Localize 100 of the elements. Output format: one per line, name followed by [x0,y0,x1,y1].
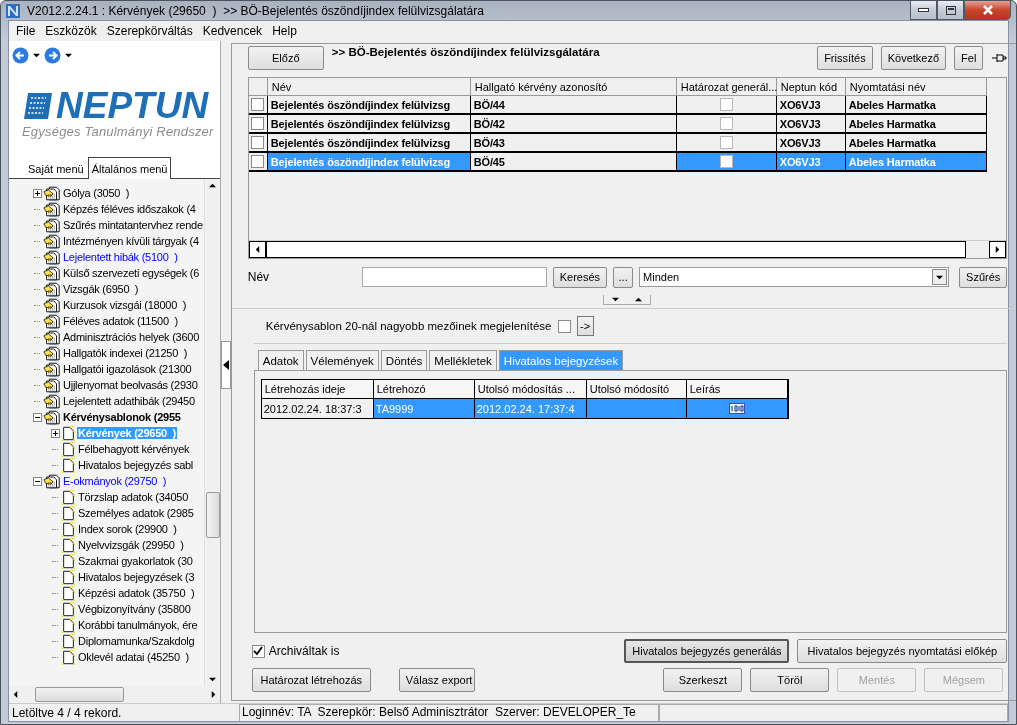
more-button[interactable]: ... [613,266,634,288]
tree-item[interactable]: Nyelvvizsgák (29950 ) [77,539,185,551]
name-field[interactable] [361,267,547,287]
toolbar-button[interactable]: Fel [954,46,984,70]
minimize-button[interactable] [910,1,937,20]
tree-item[interactable]: Intézményen kívüli tárgyak (4 [62,235,200,247]
menu-item[interactable]: Eszközök [42,24,104,38]
column-header[interactable]: Létrehozás ideje [261,380,374,399]
menu-item[interactable]: Help [269,24,304,38]
menu-item[interactable]: Kedvencek [199,24,270,38]
table-cell: 2012.02.24. 18:37:3 [261,399,374,418]
column-header[interactable]: Név [267,78,471,96]
tree-item[interactable]: Kérvénysablonok (2955 [62,411,182,423]
column-header[interactable]: Létrehozó [373,380,475,399]
tree-item[interactable]: Vizsgák (6950 ) [62,283,140,295]
scrollbar-thumb[interactable] [205,492,220,538]
menu-item[interactable]: Szerepkörváltás [103,24,200,38]
action-button[interactable]: Határozat létrehozás [251,668,371,692]
tree-item[interactable]: Oklevél adatai (45250 ) [77,651,190,663]
document-stack-icon [43,345,61,361]
decision-checkbox[interactable] [719,136,733,149]
tree-item[interactable]: Szűrés mintatantervhez rende [62,219,204,231]
tree-item[interactable]: Személyes adatok (2985 [77,507,195,519]
menu-item[interactable]: File [13,24,43,38]
previous-button[interactable]: Előző [247,46,324,70]
scrollbar-thumb[interactable] [35,687,124,702]
document-icon [61,537,76,553]
tree-item[interactable]: Hallgatók indexei (21250 ) [62,347,189,359]
menu-tab[interactable]: Általános menü [87,157,172,179]
action-button[interactable]: Töröl [750,668,830,692]
right-arrow-icon [209,691,217,698]
expander-icon[interactable] [32,188,42,198]
filter-button[interactable]: Szűrés [959,266,1008,288]
column-header[interactable]: Neptun kód [776,78,846,96]
scrollbar[interactable] [248,240,1007,258]
column-header[interactable]: Utolsó módosító [586,380,687,399]
action-button[interactable]: Hivatalos bejegyzés generálás [624,639,790,663]
back-icon[interactable] [12,46,29,64]
left-arrow-icon [222,360,229,370]
table-cell: Abeles Harmatka [845,134,987,153]
scope-dropdown[interactable]: Minden [639,267,950,287]
row-checkbox[interactable] [251,155,265,168]
action-button[interactable]: Válasz export [398,668,475,692]
tree-item[interactable]: Félbehagyott kérvények [77,443,191,455]
search-button[interactable]: Keresés [552,266,608,288]
action-button[interactable]: Hivatalos bejegyzés nyomtatási előkép [797,639,1008,663]
expander-icon[interactable] [50,428,60,438]
decision-checkbox[interactable] [719,98,733,111]
decision-checkbox[interactable] [719,117,733,130]
row-checkbox[interactable] [251,98,265,111]
decision-checkbox[interactable] [719,155,733,168]
checkbox[interactable] [251,644,265,658]
checkbox-label: Archiváltak is [268,644,340,658]
archived-checkbox[interactable]: Archiváltak is [247,644,625,658]
action-button[interactable]: Szerkeszt [663,668,743,692]
column-header[interactable]: Nyomtatási név [845,78,987,96]
detail-tab[interactable]: Adatok [257,350,304,370]
column-header[interactable]: Hallgató kérvény azonosító [470,78,677,96]
toolbar-button[interactable]: Következő [880,46,947,70]
scrollbar[interactable] [203,179,220,686]
row-checkbox[interactable] [251,136,265,149]
detail-tab[interactable]: Mellékletek [429,350,497,370]
tree-item[interactable]: Külső szervezeti egységek (6 [62,267,201,279]
tree-item[interactable]: Képzés féléves időszakok (4 [62,203,197,215]
tree-item[interactable]: Hivatalos bejegyzések (3 [77,571,196,583]
tree-item[interactable]: Szakmai gyakorlatok (30 [77,555,194,567]
tree-item[interactable]: Hallgatói igazolások (21300 [62,363,193,375]
pin-icon[interactable] [991,52,1008,64]
tree-item[interactable]: Index sorok (29900 ) [77,523,178,535]
collapse-button[interactable] [220,341,231,389]
tree-item[interactable]: Féléves adatok (11500 ) [62,315,179,327]
column-header[interactable]: Határozat generál... [676,78,777,96]
tree-item[interactable]: Törzslap adatok (34050 [77,491,190,503]
row-checkbox[interactable] [251,117,265,130]
tree-item[interactable]: Végbizonyítvány (35800 [77,603,192,615]
detail-tab[interactable]: Döntés [380,350,428,370]
column-header[interactable]: Utolsó módosítás ... [474,380,587,399]
expander-icon[interactable] [32,412,42,422]
go-button[interactable]: -> [576,316,594,336]
detail-tab[interactable]: Vélemények [305,350,379,370]
tree-item[interactable]: Korábbi tanulmányok, ére [77,619,199,631]
tree-item[interactable]: E-okmányok (29750 ) [62,475,168,487]
tree-item[interactable]: Hivatalos bejegyzés sabl [77,459,195,471]
close-button[interactable] [964,1,1011,20]
scrollbar[interactable] [9,686,220,703]
expander-icon[interactable] [32,476,42,486]
tree-item[interactable]: Lejelentett hibák (5100 ) [62,251,179,263]
tree-item[interactable]: Lejelentett adathibák (29450 [62,395,196,407]
tree-item[interactable]: Adminisztrációs helyek (3600 [62,331,201,343]
tree-item[interactable]: Képzési adatok (35750 ) [77,587,196,599]
binary-data-icon [728,403,745,414]
maximize-button[interactable] [937,1,964,20]
toolbar-button[interactable]: Frissítés [817,46,873,70]
tree-item[interactable]: Gólya (3050 ) [62,187,131,199]
tree-item[interactable]: Kurzusok vizsgái (18000 ) [62,299,188,311]
column-header[interactable]: Leírás [686,380,788,399]
option-checkbox[interactable] [557,319,571,333]
tree-item[interactable]: Diplomamunka/Szakdolg [77,635,196,647]
tree-item[interactable]: Ujjlenyomat beolvasás (2930 [62,379,199,391]
forward-icon[interactable] [44,46,61,64]
